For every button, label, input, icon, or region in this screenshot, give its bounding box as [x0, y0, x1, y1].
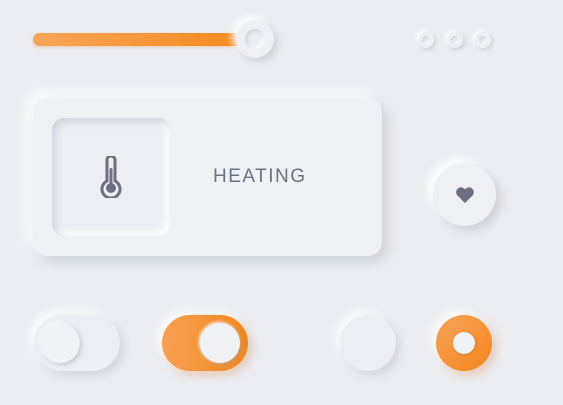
card-label: HEATING: [213, 166, 307, 187]
radio-button-unselected[interactable]: [340, 315, 396, 371]
slider-fill: [33, 33, 255, 46]
temperature-slider[interactable]: [33, 20, 274, 58]
slider-handle[interactable]: [236, 20, 274, 58]
heating-card[interactable]: HEATING: [33, 98, 382, 256]
heart-icon: [456, 187, 474, 203]
page-dot[interactable]: [418, 32, 434, 48]
toggle-switch-off[interactable]: [34, 315, 120, 371]
radio-dot: [453, 332, 475, 354]
toggle-switch-on[interactable]: [162, 315, 248, 371]
page-dot[interactable]: [475, 32, 491, 48]
radio-button-selected[interactable]: [436, 315, 492, 371]
heating-icon-box: [52, 118, 170, 236]
thermometer-icon: [100, 156, 122, 198]
toggle-knob: [40, 323, 80, 363]
toggle-knob: [200, 323, 240, 363]
pagination-dots: [418, 32, 492, 50]
page-dot[interactable]: [447, 32, 463, 48]
favorite-button[interactable]: [433, 163, 496, 226]
